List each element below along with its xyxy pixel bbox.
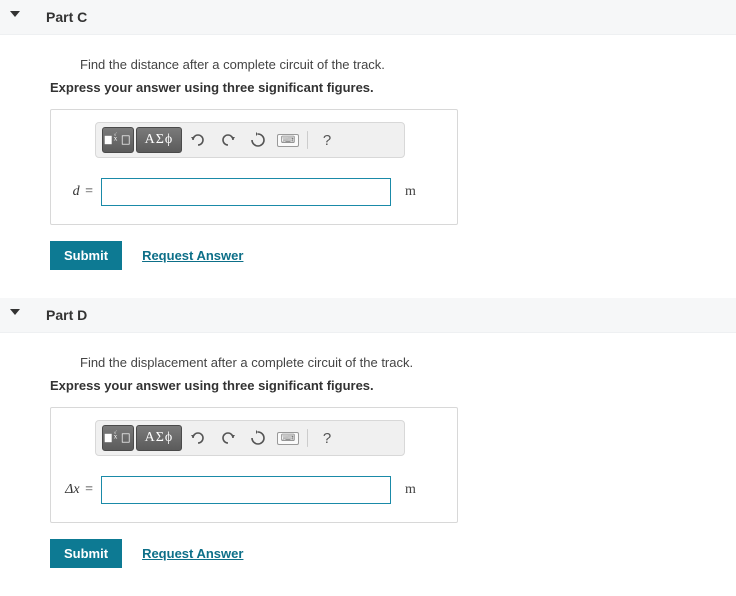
- answer-box: x√ ΑΣϕ ⌨ ? Δx =: [50, 407, 458, 523]
- part-header[interactable]: Part C: [0, 0, 736, 35]
- keyboard-button[interactable]: ⌨: [274, 127, 302, 153]
- unit-label: m: [405, 184, 416, 200]
- greek-letters-button[interactable]: ΑΣϕ: [136, 127, 182, 153]
- template-icon[interactable]: x√: [102, 425, 134, 451]
- answer-input[interactable]: [101, 476, 391, 504]
- part-header[interactable]: Part D: [0, 298, 736, 333]
- caret-down-icon: [10, 11, 20, 17]
- part-title: Part C: [46, 9, 87, 25]
- redo-button[interactable]: [214, 127, 242, 153]
- separator: [307, 429, 308, 447]
- svg-text:√: √: [114, 132, 117, 138]
- variable-label: Δx =: [61, 482, 93, 498]
- part-intro: Find the displacement after a complete c…: [80, 355, 736, 370]
- request-answer-link[interactable]: Request Answer: [142, 248, 243, 263]
- caret-down-icon: [10, 309, 20, 315]
- submit-button[interactable]: Submit: [50, 539, 122, 568]
- separator: [307, 131, 308, 149]
- request-answer-link[interactable]: Request Answer: [142, 546, 243, 561]
- keyboard-button[interactable]: ⌨: [274, 425, 302, 451]
- greek-letters-button[interactable]: ΑΣϕ: [136, 425, 182, 451]
- part-title: Part D: [46, 307, 87, 323]
- reset-button[interactable]: [244, 425, 272, 451]
- answer-input[interactable]: [101, 178, 391, 206]
- answer-box: x√ ΑΣϕ ⌨ ? d =: [50, 109, 458, 225]
- answer-toolbar: x√ ΑΣϕ ⌨ ?: [95, 420, 405, 456]
- help-button[interactable]: ?: [313, 425, 341, 451]
- help-button[interactable]: ?: [313, 127, 341, 153]
- part-intro: Find the distance after a complete circu…: [80, 57, 736, 72]
- unit-label: m: [405, 482, 416, 498]
- submit-button[interactable]: Submit: [50, 241, 122, 270]
- template-icon[interactable]: x√: [102, 127, 134, 153]
- part-instructions: Express your answer using three signific…: [50, 80, 736, 95]
- undo-button[interactable]: [184, 127, 212, 153]
- undo-button[interactable]: [184, 425, 212, 451]
- svg-text:√: √: [114, 430, 117, 436]
- answer-toolbar: x√ ΑΣϕ ⌨ ?: [95, 122, 405, 158]
- part-instructions: Express your answer using three signific…: [50, 378, 736, 393]
- reset-button[interactable]: [244, 127, 272, 153]
- variable-label: d =: [61, 184, 93, 200]
- redo-button[interactable]: [214, 425, 242, 451]
